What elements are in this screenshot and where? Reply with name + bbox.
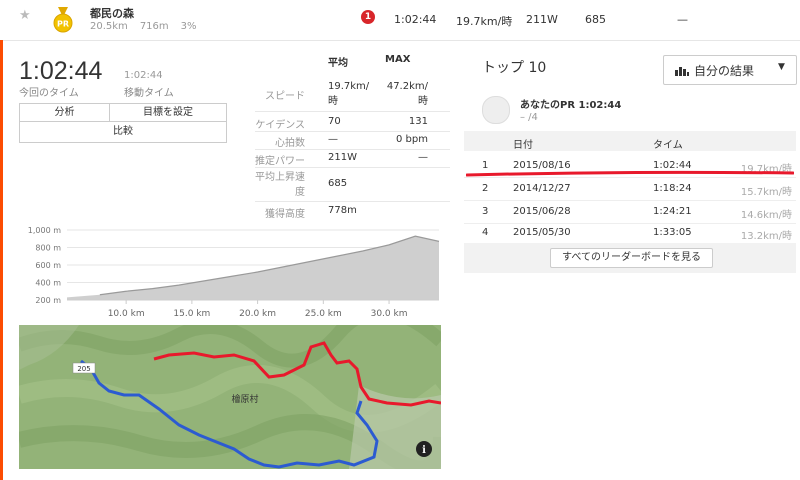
row-date: 2015/06/28 [513,206,571,217]
x-tick-label: 20.0 km [239,309,276,319]
stat-avg-hr: — [328,134,338,145]
segment-name[interactable]: 都民の森 [90,5,134,21]
segment-meta: 20.5km 716m 3% [90,21,209,32]
stat-avg-vam: 685 [328,178,348,189]
elapsed-time: 1:02:44 [19,57,103,85]
segment-elev-gain: 685 [585,13,606,26]
row-rank: 4 [482,227,489,238]
moving-time-label: 移動タイム [124,88,174,99]
x-tick-label: 30.0 km [371,309,408,319]
segment-grade: 3% [180,21,197,32]
personal-record-rank: – /4 [520,112,538,123]
x-tick-label: 10.0 km [108,309,145,319]
leaderboard-row[interactable]: 4 2015/05/30 1:33:05 13.2km/時 [464,221,796,245]
stat-max-power: — [418,152,428,163]
avatar[interactable] [482,96,510,124]
row-speed: 15.7km/時 [740,187,792,198]
segment-elevation: 716m [139,21,169,32]
star-icon[interactable]: ★ [19,8,31,23]
stat-max-hr: 0 bpm [396,134,428,145]
x-tick-label: 25.0 km [305,309,342,319]
personal-record: あなたのPR 1:02:44 [520,100,622,111]
stats-col-avg: 平均 [328,58,348,69]
bar-chart-icon [675,67,689,76]
elapsed-time-label: 今回のタイム [19,88,79,99]
y-tick-label: 1,000 m [28,226,61,235]
stat-divider [255,201,450,202]
leaderboard-row[interactable]: 2 2014/12/27 1:18:24 15.7km/時 [464,177,796,201]
medal-label: PR [57,20,69,29]
col-date: 日付 [513,140,533,151]
col-time: タイム [653,140,683,151]
stat-divider [255,149,450,150]
row-rank: 2 [482,183,489,194]
rank-badge: 1 [361,10,375,24]
stat-label-power: 推定パワー [255,156,305,167]
stat-avg-elev-gain: 778m [328,205,357,216]
action-buttons: 分析 目標を設定 比較 [19,103,227,143]
stat-divider [255,131,450,132]
row-time: 1:24:21 [653,206,692,217]
x-tick-label: 15.0 km [173,309,210,319]
stat-label-speed: スピード [265,91,305,102]
stats-table: 平均 MAX スピード 19.7km/時 47.2km/時 ケイデンス 70 1… [255,53,455,223]
y-tick-label: 800 m [35,244,61,253]
stat-max-speed: 47.2km/時 [386,81,428,107]
leaderboard-title: トップ 10 [482,60,547,76]
compare-button[interactable]: 比較 [20,123,226,140]
stat-avg-cadence: 70 [328,116,341,127]
village-label: 檜原村 [231,393,258,405]
analysis-button[interactable]: 分析 [20,104,110,122]
map-info-glyph: i [422,445,426,456]
y-tick-label: 600 m [35,261,61,270]
row-speed: 14.6km/時 [740,210,792,221]
row-time: 1:33:05 [653,227,692,238]
results-filter-dropdown[interactable]: 自分の結果 ▼ [663,55,797,85]
leaderboard-header: 日付 タイム [464,131,796,151]
segment-power: 211W [526,13,558,26]
selection-accent-bar [0,40,3,480]
results-filter-label: 自分の結果 [694,64,755,78]
elevation-chart[interactable]: 1,000 m 800 m 600 m 400 m 200 m 10.0 km 15.0 k… [19,226,441,322]
stat-avg-power: 211W [328,152,357,163]
stat-divider [255,111,450,112]
stat-max-cadence: 131 [408,116,428,127]
stat-divider [255,167,450,168]
stat-label-hr: 心拍数 [275,138,305,149]
row-date: 2014/12/27 [513,183,571,194]
segment-hr: — [677,13,688,26]
segment-distance: 20.5km [90,21,128,32]
stat-label-vam: 平均上昇速度 [255,172,305,198]
row-speed: 13.2km/時 [740,231,792,242]
stat-label-elev-gain: 獲得高度 [265,209,305,220]
chevron-down-icon: ▼ [778,62,785,72]
row-date: 2015/05/30 [513,227,571,238]
moving-time: 1:02:44 [124,70,163,81]
set-goal-button[interactable]: 目標を設定 [110,104,226,122]
y-tick-label: 400 m [35,279,61,288]
route-map[interactable]: 205 檜原村 i [19,325,441,469]
view-all-leaderboards-button[interactable]: すべてのリーダーボードを見る [550,248,713,268]
stats-col-max: MAX [385,54,411,65]
segment-speed: 19.7km/時 [456,15,513,28]
row-time: 1:18:24 [653,183,692,194]
stat-label-cadence: ケイデンス [255,120,305,131]
map-canvas: 205 檜原村 i [19,325,441,469]
pr-medal-icon: PR [53,7,73,33]
stat-avg-speed: 19.7km/時 [328,81,370,107]
segment-time: 1:02:44 [394,13,437,26]
y-tick-label: 200 m [35,296,61,305]
row-rank: 3 [482,206,489,217]
route-number-label: 205 [77,365,90,373]
